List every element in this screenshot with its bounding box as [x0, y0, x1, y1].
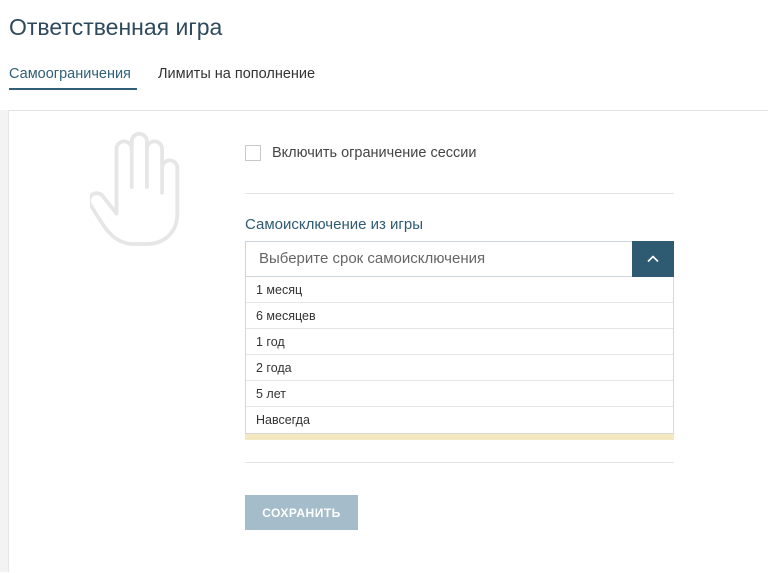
session-limit-checkbox[interactable]: [245, 145, 261, 161]
self-exclusion-select[interactable]: Выберите срок самоисключения: [245, 241, 674, 277]
divider: [245, 193, 674, 194]
option-forever[interactable]: Навсегда: [246, 407, 673, 433]
option-2-years[interactable]: 2 года: [246, 355, 673, 381]
page-title: Ответственная игра: [9, 14, 223, 40]
session-limit-row: Включить ограничение сессии: [245, 143, 477, 163]
hand-stop-icon: [90, 131, 180, 246]
panel-left-edge: [0, 110, 9, 572]
chevron-up-icon: [647, 255, 659, 263]
divider: [245, 462, 674, 463]
select-toggle-button[interactable]: [632, 241, 674, 277]
dropdown-bottom-highlight: [245, 434, 674, 440]
self-exclusion-label: Самоисключение из игры: [245, 216, 424, 233]
option-6-months[interactable]: 6 месяцев: [246, 303, 673, 329]
tab-deposit-limits[interactable]: Лимиты на пополнение: [158, 66, 315, 88]
option-1-year[interactable]: 1 год: [246, 329, 673, 355]
save-button[interactable]: СОХРАНИТЬ: [245, 495, 358, 530]
option-5-years[interactable]: 5 лет: [246, 381, 673, 407]
option-1-month[interactable]: 1 месяц: [246, 277, 673, 303]
tab-self-restrictions[interactable]: Самоограничения: [9, 66, 137, 90]
session-limit-label: Включить ограничение сессии: [272, 145, 477, 161]
self-exclusion-dropdown: 1 месяц 6 месяцев 1 год 2 года 5 лет Нав…: [245, 277, 674, 434]
self-exclusion-placeholder: Выберите срок самоисключения: [259, 250, 486, 267]
